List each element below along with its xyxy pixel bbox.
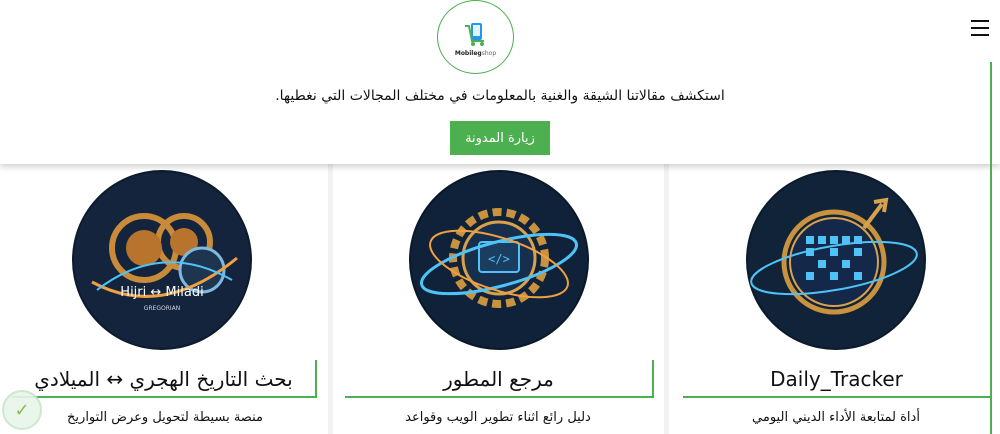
green-side-rule (990, 62, 992, 434)
svg-text:Hijri ↔ Miladi: Hijri ↔ Miladi (120, 285, 203, 300)
tools-grid: Hijri ↔ Miladi GREGORIAN بحث التاريخ اله… (0, 164, 1000, 434)
hamburger-icon[interactable] (971, 20, 989, 36)
floating-action-icon[interactable]: ✓ (2, 390, 42, 430)
calendar-tracker-icon (746, 170, 926, 350)
shopping-cart-icon (464, 23, 484, 46)
card-title[interactable]: مرجع المطور (345, 360, 654, 398)
card-hijri-miladi[interactable]: Hijri ↔ Miladi GREGORIAN بحث التاريخ اله… (0, 164, 328, 434)
card-image-developer: </> (409, 170, 589, 350)
card-daily-tracker[interactable]: Daily_Tracker أداة لمتابعة الأداء الديني… (669, 164, 1000, 434)
card-image-hijri: Hijri ↔ Miladi GREGORIAN (72, 170, 252, 350)
card-title[interactable]: Daily_Tracker (683, 360, 992, 398)
svg-text:</>: </> (488, 252, 510, 266)
visit-blog-button[interactable]: زيارة المدونة (450, 121, 550, 155)
logo-text: Mobilegshop (454, 50, 497, 57)
site-logo[interactable]: Mobilegshop (437, 0, 514, 74)
card-description: منصة بسيطة لتحويل وعرض التواريخ (67, 410, 263, 425)
site-header: Mobilegshop استكشف مقالاتنا الشيقة والغن… (0, 0, 1000, 164)
card-developer-reference[interactable]: </> مرجع المطور دليل رائع اثناء تطوير ال… (333, 164, 664, 434)
header-tagline: استكشف مقالاتنا الشيقة والغنية بالمعلوما… (275, 88, 725, 104)
card-image-tracker (746, 170, 926, 350)
code-gear-icon: </> (409, 170, 589, 350)
card-description: دليل رائع اثناء تطوير الويب وقواعد (405, 410, 591, 425)
card-title[interactable]: بحث التاريخ الهجري ↔ الميلادي (12, 360, 317, 398)
gears-clock-icon: Hijri ↔ Miladi GREGORIAN (72, 170, 252, 350)
card-description: أداة لمتابعة الأداء الديني اليومي (752, 410, 920, 425)
svg-text:GREGORIAN: GREGORIAN (144, 305, 181, 312)
